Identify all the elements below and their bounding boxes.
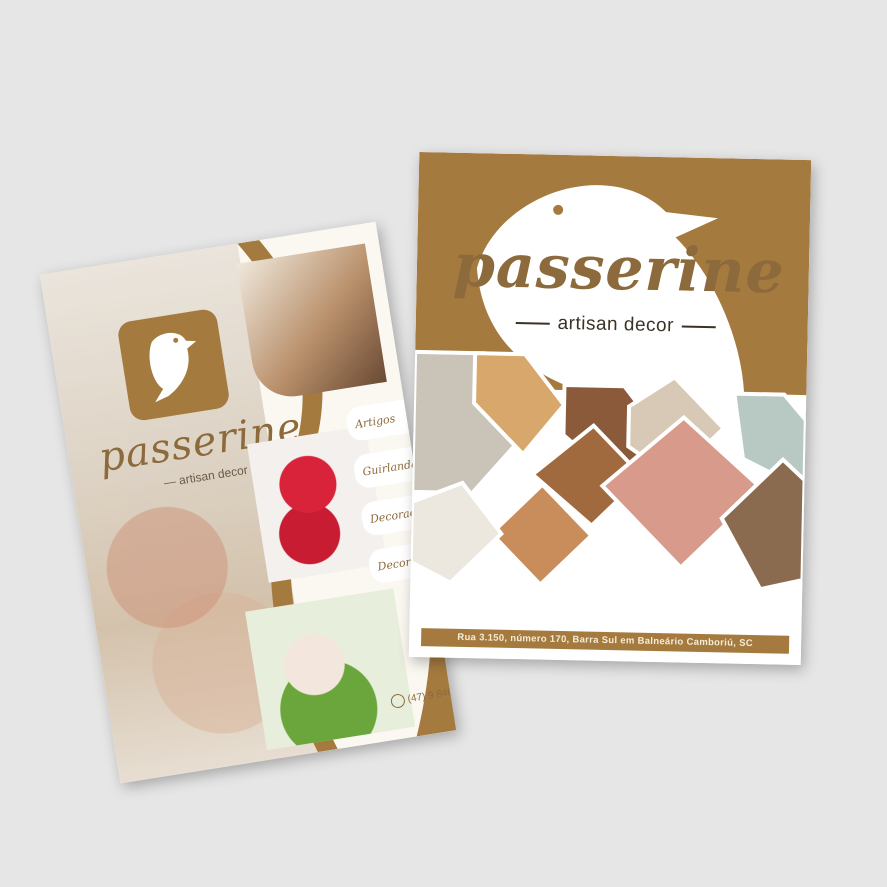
front-brand-name: passerine <box>452 230 786 308</box>
back-menu-item: Guirlandas <box>352 446 417 490</box>
tagline-rule-right <box>681 325 716 329</box>
front-flyer: passerine artisan decor Rua 3.150, númer… <box>408 151 812 666</box>
back-flyer: passerine — artisan decor — Artigos Guir… <box>39 221 457 784</box>
back-photo-easter <box>245 588 416 751</box>
whatsapp-icon <box>389 692 406 710</box>
front-flyer-artwork <box>408 151 812 666</box>
back-photo-shop <box>236 243 387 403</box>
front-tagline-text: artisan decor <box>557 312 675 337</box>
tagline-rule-left <box>515 321 550 325</box>
